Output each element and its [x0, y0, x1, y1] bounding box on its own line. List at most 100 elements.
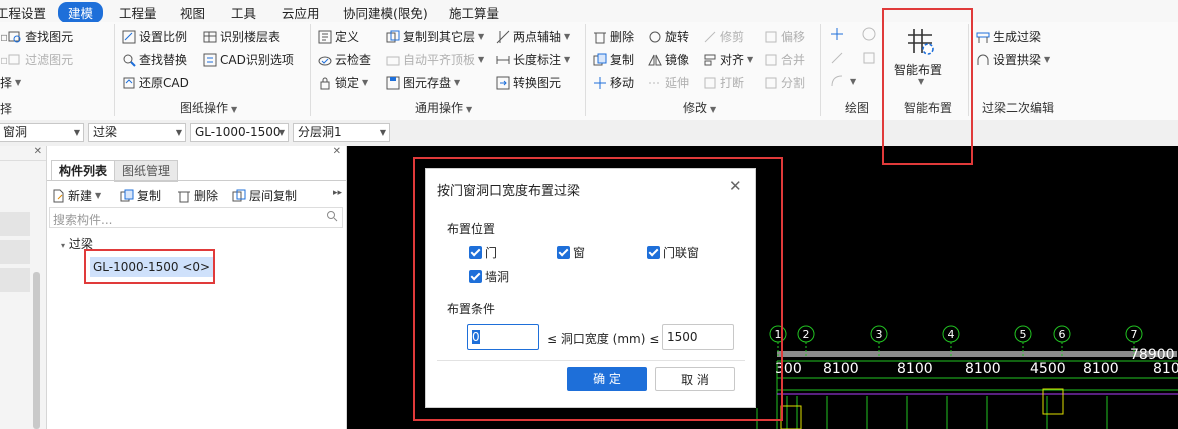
identify-floor-table-button[interactable]: 识别楼层表: [203, 28, 280, 45]
find-replace-button[interactable]: 查找替换: [122, 51, 187, 68]
axis-label: 3: [876, 328, 883, 341]
select-partial[interactable]: 择 ▼: [0, 74, 21, 91]
trim-button[interactable]: 修剪: [703, 28, 744, 45]
split-icon: [764, 76, 778, 90]
find-graphic-button[interactable]: ▫ 查找图元: [0, 28, 73, 45]
menu-view[interactable]: 视图: [180, 3, 205, 22]
move-button[interactable]: 移动: [593, 74, 634, 91]
two-point-axis-button[interactable]: 两点辅轴 ▼: [496, 28, 570, 45]
nav-item[interactable]: [0, 268, 30, 292]
menu-collab[interactable]: 协同建模(限免): [343, 3, 428, 22]
menu-modeling[interactable]: 建模: [58, 2, 104, 23]
set-scale-button[interactable]: 设置比例: [122, 28, 187, 45]
copy-to-other-floor-button[interactable]: 复制到其它层 ▼: [386, 28, 484, 45]
copy-component-button[interactable]: 复制: [120, 187, 161, 204]
lock-icon: [318, 76, 332, 90]
menu-bar: 工程设置 建模 工程量 视图 工具 云应用 协同建模(限免) 施工算量: [0, 0, 1178, 23]
dimension-text: 8100: [965, 361, 1001, 377]
close-icon[interactable]: ✕: [34, 146, 42, 157]
lock-button[interactable]: 锁定 ▼: [318, 74, 368, 91]
component-select[interactable]: GL-1000-1500 ▼: [190, 123, 289, 142]
search-input[interactable]: 搜索构件...: [49, 207, 343, 228]
define-button[interactable]: 定义: [318, 28, 359, 45]
set-arch-beam-button[interactable]: 设置拱梁 ▼: [976, 51, 1050, 68]
filter-graphic-button[interactable]: ▫ 过滤图元: [0, 51, 73, 68]
find-icon: [8, 30, 22, 44]
menu-construction[interactable]: 施工算量: [449, 3, 499, 22]
ribbon-separator: [585, 24, 586, 116]
category-select[interactable]: 窗洞 ▼: [0, 123, 84, 142]
rect-icon: [862, 51, 876, 65]
draw-rect-button[interactable]: [862, 51, 879, 65]
chevron-down-icon: ▼: [73, 128, 80, 137]
type-select[interactable]: 过梁 ▼: [88, 123, 186, 142]
flat-top-icon: [386, 53, 400, 67]
menu-quantity[interactable]: 工程量: [119, 3, 157, 22]
delete-component-button[interactable]: 删除: [177, 187, 218, 204]
axis-label: 2: [803, 328, 810, 341]
dimension-button[interactable]: 长度标注 ▼: [496, 51, 570, 68]
ribbon: ▫ 查找图元 ▫ 过滤图元 择 ▼ 择 设置比例 查找替换 还原CAD 识别楼层表 C…: [0, 22, 1178, 121]
generate-lintel-button[interactable]: 生成过梁: [976, 28, 1041, 45]
dimension-icon: [496, 53, 510, 67]
extend-icon: [648, 76, 662, 90]
align-button[interactable]: 对齐 ▼: [703, 51, 753, 68]
menu-cloud[interactable]: 云应用: [282, 3, 320, 22]
move-icon: [593, 76, 607, 90]
axis-label: 7: [1131, 328, 1138, 341]
chevron-down-icon: ▼: [175, 128, 182, 137]
menu-project-settings[interactable]: 工程设置: [0, 3, 46, 22]
tab-drawing-management[interactable]: 图纸管理: [114, 160, 178, 182]
cad-options-button[interactable]: CAD识别选项: [203, 51, 294, 68]
draw-check-button[interactable]: [862, 27, 879, 41]
copy-button[interactable]: 复制: [593, 51, 634, 68]
layer-select[interactable]: 分层洞1 ▼: [293, 123, 390, 142]
delete-button[interactable]: 删除: [593, 28, 634, 45]
dimension-text: 8100: [823, 361, 859, 377]
new-component-button[interactable]: 新建 ▼: [51, 187, 101, 204]
selector-bar: 窗洞 ▼ 过梁 ▼ GL-1000-1500 ▼ 分层洞1 ▼: [0, 120, 1178, 147]
draw-arc-button[interactable]: ▼: [830, 74, 856, 88]
group-draw-label: 绘图: [845, 101, 870, 115]
line-icon: [830, 51, 844, 65]
offset-button[interactable]: 偏移: [764, 28, 805, 45]
cloud-check-button[interactable]: 云检查: [318, 51, 371, 68]
merge-button[interactable]: 合并: [764, 51, 805, 68]
mirror-button[interactable]: 镜像: [648, 51, 689, 68]
group-lintel-label: 过梁二次编辑: [982, 101, 1055, 115]
more-icon[interactable]: ▸▸: [333, 188, 342, 198]
restore-cad-button[interactable]: 还原CAD: [122, 74, 189, 91]
nav-item[interactable]: [0, 212, 30, 236]
arc-icon: [830, 74, 844, 88]
nav-item[interactable]: [0, 240, 30, 264]
group-modify-label: 修改 ▼: [683, 101, 717, 115]
group-common-label: 通用操作 ▼: [415, 101, 473, 115]
scrollbar[interactable]: [33, 272, 40, 429]
group-select-label: 择: [0, 102, 13, 116]
auto-flat-top-button[interactable]: 自动平齐顶板 ▼: [386, 51, 484, 68]
axis-icon: [496, 30, 510, 44]
convert-graphic-button[interactable]: 转换图元: [496, 74, 561, 91]
table-icon: [203, 30, 217, 44]
ribbon-separator: [310, 24, 311, 116]
rotate-button[interactable]: 旋转: [648, 28, 689, 45]
crosshair-icon: [830, 27, 844, 41]
find-replace-icon: [122, 53, 136, 67]
close-icon[interactable]: ✕: [333, 146, 341, 157]
chevron-down-icon: ▼: [278, 128, 285, 137]
save-graphic-button[interactable]: 图元存盘 ▼: [386, 74, 460, 91]
dimension-text: 8100: [1083, 361, 1119, 377]
scale-icon: [122, 30, 136, 44]
draw-line-button[interactable]: [830, 51, 847, 65]
extend-button[interactable]: 延伸: [648, 74, 689, 91]
floor-copy-button[interactable]: 层间复制: [232, 187, 297, 204]
ribbon-separator: [114, 24, 115, 116]
draw-point-button[interactable]: [830, 27, 847, 41]
split-button[interactable]: 分割: [764, 74, 805, 91]
tab-component-list[interactable]: 构件列表: [51, 160, 115, 181]
menu-tools[interactable]: 工具: [231, 3, 256, 22]
dimension-text: 810: [1153, 361, 1178, 377]
ribbon-separator: [820, 24, 821, 116]
cad-options-icon: [203, 53, 217, 67]
break-button[interactable]: 打断: [703, 74, 744, 91]
